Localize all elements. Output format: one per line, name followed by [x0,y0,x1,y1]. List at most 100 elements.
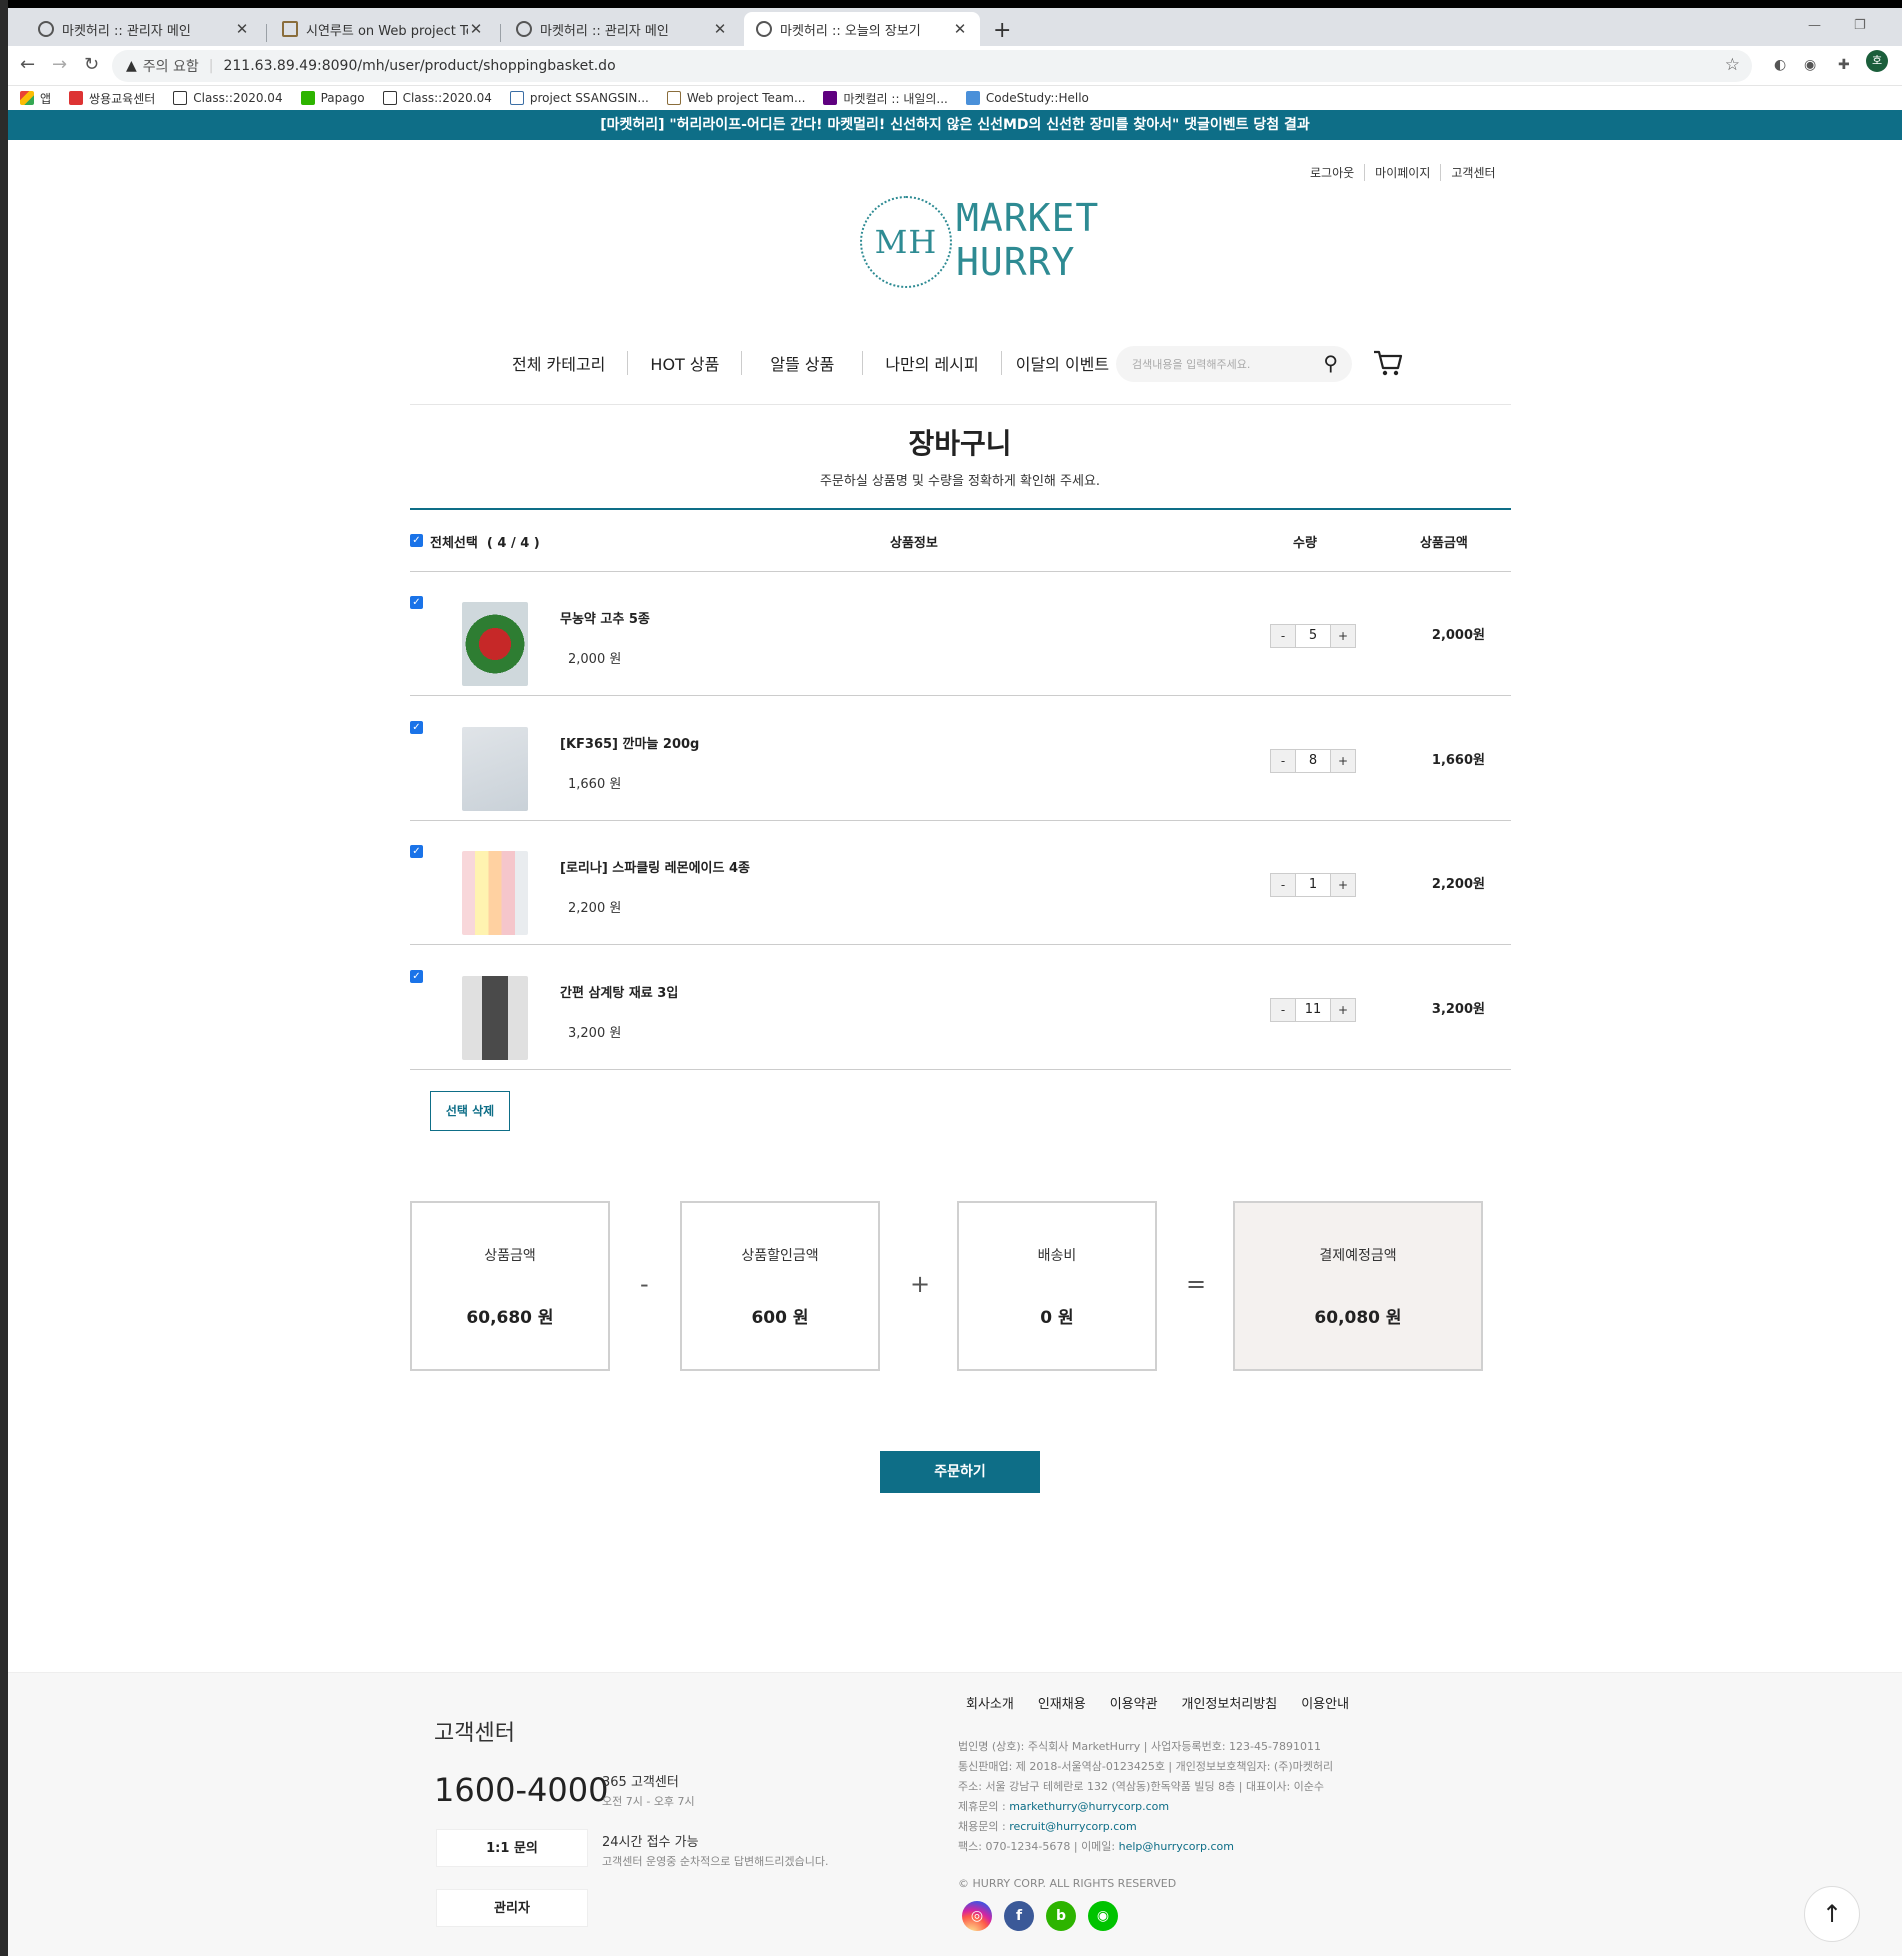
close-icon[interactable]: ✕ [952,20,968,38]
bookmark-item[interactable]: Papago [300,91,365,105]
company-info: 법인명 (상호): 주식회사 MarketHurry | 사업자등록번호: 12… [958,1737,1333,1857]
select-all-label[interactable]: 전체선택 ( 4 / 4 ) [430,532,540,551]
close-icon[interactable]: ✕ [468,20,484,38]
footer-link-privacy[interactable]: 개인정보처리방침 [1182,1693,1278,1712]
kurly-icon [823,91,838,105]
customer-center-link[interactable]: 고객센터 [1440,164,1505,181]
bookmark-item[interactable]: 쌍용교육센터 [69,90,155,107]
item-checkbox[interactable]: ✓ [410,970,423,983]
bookmark-apps[interactable]: 앱 [20,90,51,107]
mypage-link[interactable]: 마이페이지 [1364,164,1440,181]
document-icon [509,91,524,105]
nav-recipes[interactable]: 나만의 레시피 [862,351,1000,375]
nav-bargain[interactable]: 알뜰 상품 [741,351,862,375]
increase-button[interactable]: + [1331,625,1355,647]
event-banner[interactable]: [마켓허리] "허리라이프-어디든 간다! 마켓멀리! 신선하지 않은 신선MD… [8,110,1902,140]
partner-inquiry: 제휴문의 : markethurry@hurrycorp.com [958,1797,1333,1817]
top-links: 로그아웃 마이페이지 고객센터 [1300,164,1506,181]
help-email-link[interactable]: help@hurrycorp.com [1119,1840,1234,1853]
logout-link[interactable]: 로그아웃 [1300,164,1364,181]
site-logo[interactable]: MH MARKET HURRY [860,196,1098,292]
product-name[interactable]: 무농약 고추 5종 [560,608,650,627]
bookmark-item[interactable]: Web project Team... [666,91,806,105]
bookmark-star-icon[interactable]: ☆ [1725,55,1740,75]
browser-tab[interactable]: 시연루트 on Web project Team ✕ [270,12,496,46]
footer-link-company[interactable]: 회사소개 [966,1693,1014,1712]
browser-tab-active[interactable]: 마켓허리 :: 오늘의 장보기 ✕ [744,12,980,46]
increase-button[interactable]: + [1331,874,1355,896]
close-icon[interactable]: ✕ [234,20,250,38]
bookmark-item[interactable]: CodeStudy::Hello [965,91,1089,105]
cart-icon[interactable] [1372,348,1404,385]
extension-mouse-icon[interactable]: ◐ [1774,57,1786,73]
item-checkbox[interactable]: ✓ [410,721,423,734]
profile-avatar[interactable]: 호 [1866,50,1888,72]
footer-link-recruit[interactable]: 인재채용 [1038,1693,1086,1712]
summary-label: 상품할인금액 [741,1248,819,1264]
bookmark-label: Class::2020.04 [193,91,283,105]
footer-link-guide[interactable]: 이용안내 [1301,1693,1349,1712]
select-all-checkbox[interactable]: ✓ [410,534,423,547]
instagram-icon[interactable]: ◎ [962,1901,992,1931]
minimize-icon[interactable]: — [1808,18,1821,33]
address-bar[interactable]: ▲ 주의 요함 | 211.63.89.49:8090/mh/user/prod… [112,50,1752,82]
partner-email-link[interactable]: markethurry@hurrycorp.com [1009,1800,1169,1813]
bookmark-label: Web project Team... [686,91,806,105]
recruit-email-link[interactable]: recruit@hurrycorp.com [1009,1820,1137,1833]
tab-title: 마켓허리 :: 관리자 메인 [62,23,191,39]
bookmark-item[interactable]: Class::2020.04 [173,91,283,105]
restore-icon[interactable]: ❐ [1854,18,1866,33]
browser-toolbar: ← → ↻ ▲ 주의 요함 | 211.63.89.49:8090/mh/use… [8,46,1902,86]
increase-button[interactable]: + [1331,999,1355,1021]
blog-icon[interactable]: b [1046,1901,1076,1931]
item-checkbox[interactable]: ✓ [410,845,423,858]
puzzle-icon[interactable]: ✚ [1838,57,1850,73]
nav-all-categories[interactable]: 전체 카테고리 [500,351,627,375]
quantity-input[interactable]: 8 [1295,750,1331,772]
product-thumbnail-peppers[interactable] [462,602,528,686]
security-label[interactable]: 주의 요함 [143,56,199,76]
product-name[interactable]: [로리나] 스파클링 레몬에이드 4종 [560,857,750,876]
decrease-button[interactable]: - [1271,625,1295,647]
quantity-input[interactable]: 11 [1295,999,1331,1021]
product-thumbnail-lemonade[interactable] [462,851,528,935]
new-tab-button[interactable]: + [993,18,1011,43]
admin-button[interactable]: 관리자 [436,1889,588,1927]
product-name[interactable]: [KF365] 깐마늘 200g [560,733,699,752]
url-text[interactable]: 211.63.89.49:8090/mh/user/product/shoppi… [223,58,615,74]
bookmark-item[interactable]: project SSANGSIN... [509,91,649,105]
facebook-icon[interactable]: f [1004,1901,1034,1931]
footer-link-terms[interactable]: 이용약관 [1110,1693,1158,1712]
product-name[interactable]: 간편 삼계탕 재료 3입 [560,982,678,1001]
quantity-input[interactable]: 1 [1295,874,1331,896]
quantity-input[interactable]: 5 [1295,625,1331,647]
browser-tab[interactable]: 마켓허리 :: 관리자 메인 ✕ [26,12,262,46]
inquiry-button[interactable]: 1:1 문의 [436,1829,588,1867]
logo-line-2: HURRY [956,240,1076,284]
ssangyong-icon [69,91,84,105]
quantity-stepper: - 5 + [1270,624,1356,648]
search-icon[interactable]: ⚲ [1323,351,1338,375]
decrease-button[interactable]: - [1271,874,1295,896]
bookmark-item[interactable]: Class::2020.04 [382,91,492,105]
decrease-button[interactable]: - [1271,750,1295,772]
product-thumbnail-samgyetang[interactable] [462,976,528,1060]
reload-icon[interactable]: ↻ [84,54,99,75]
close-icon[interactable]: ✕ [712,20,728,38]
bookmark-item[interactable]: 마켓컬리 :: 내일의... [823,90,948,107]
delete-selected-button[interactable]: 선택 삭제 [430,1091,510,1131]
scroll-to-top-button[interactable]: ↑ [1804,1886,1860,1942]
item-checkbox[interactable]: ✓ [410,596,423,609]
extension-broadcast-icon[interactable]: ◉ [1804,57,1816,73]
increase-button[interactable]: + [1331,750,1355,772]
browser-tab[interactable]: 마켓허리 :: 관리자 메인 ✕ [504,12,740,46]
nav-events[interactable]: 이달의 이벤트 [1000,351,1123,375]
product-thumbnail-garlic[interactable] [462,727,528,811]
line-icon[interactable]: ◉ [1088,1901,1118,1931]
nav-hot[interactable]: HOT 상품 [627,351,741,375]
search-input[interactable]: 검색내용을 입력해주세요. ⚲ [1116,346,1352,382]
decrease-button[interactable]: - [1271,999,1295,1021]
back-arrow-icon[interactable]: ← [20,54,35,75]
forward-arrow-icon[interactable]: → [52,54,67,75]
order-button[interactable]: 주문하기 [880,1451,1040,1493]
